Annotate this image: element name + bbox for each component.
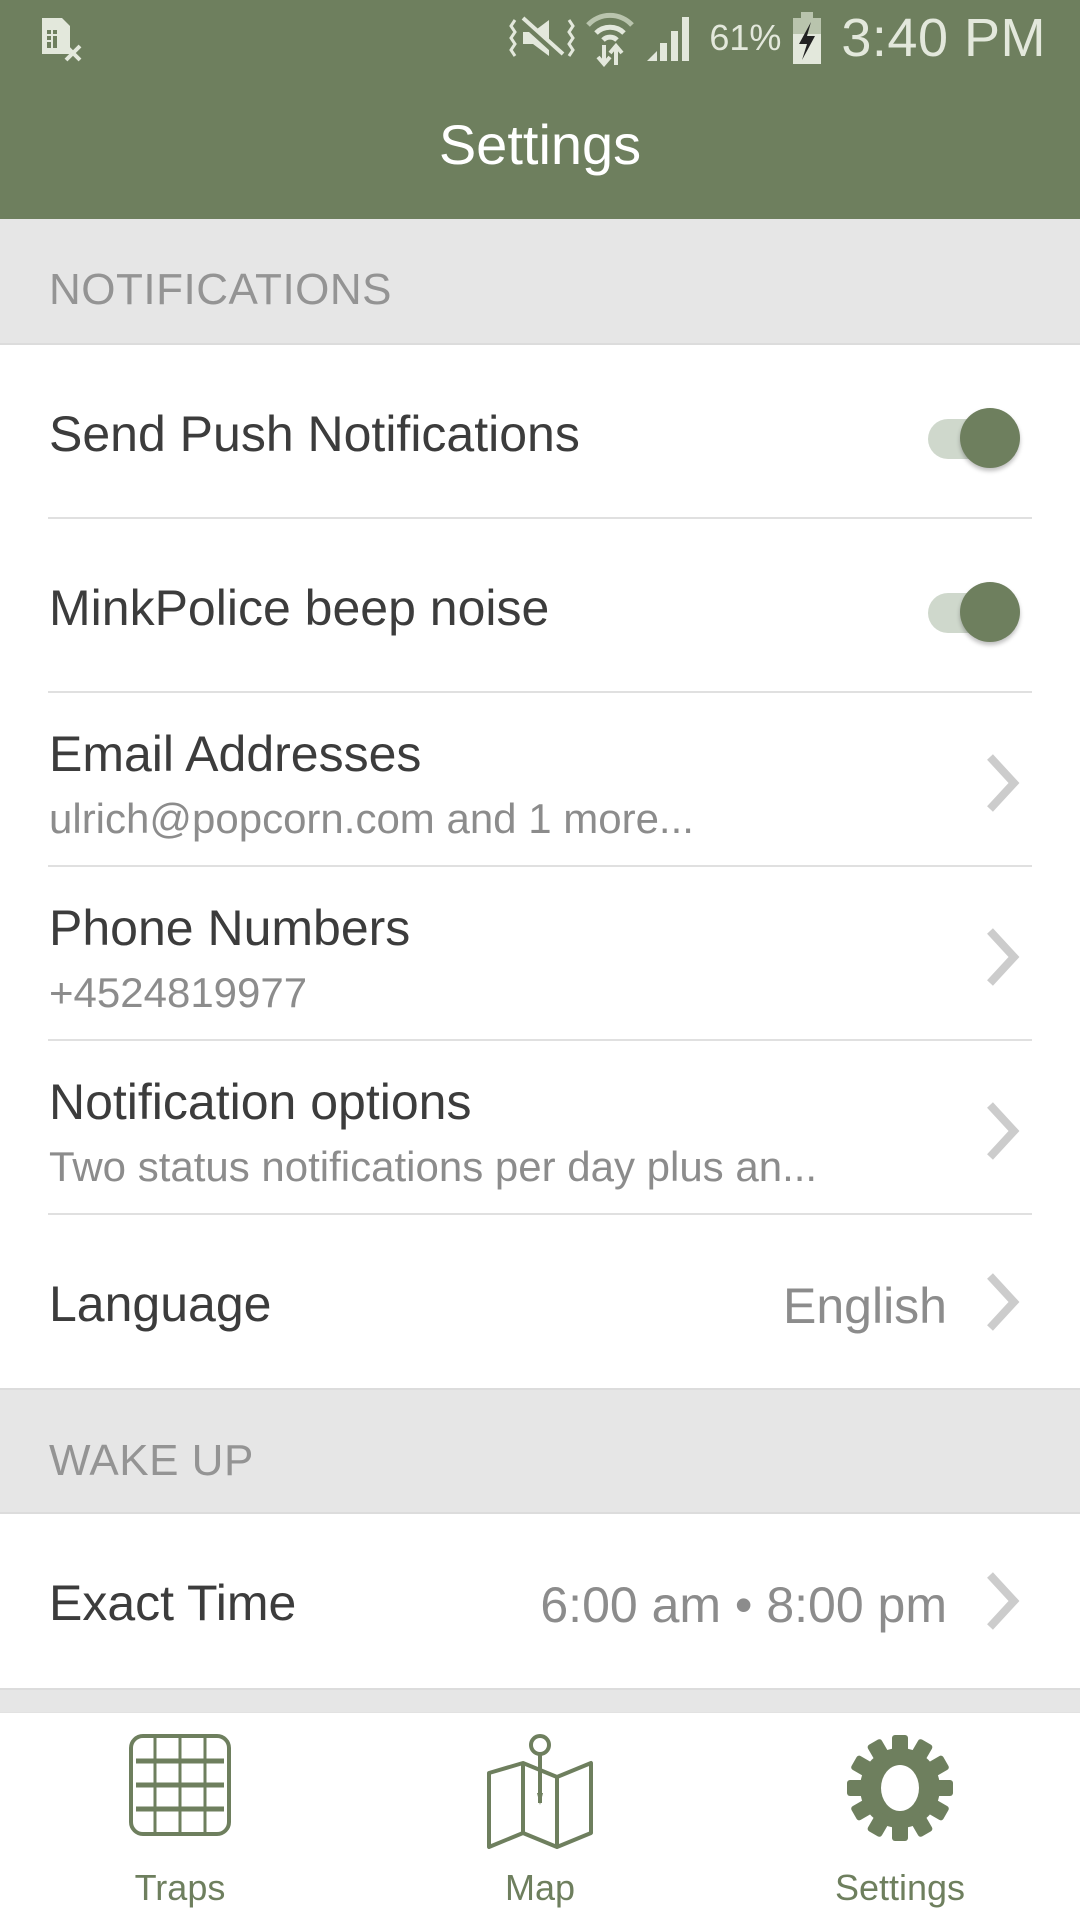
row-title: Exact Time <box>49 1575 297 1631</box>
section-label: WAKE UP <box>49 1436 254 1485</box>
page-title: Settings <box>438 113 642 176</box>
setting-exact-time[interactable]: Exact Time 6:00 am • 8:00 pm <box>0 1514 1080 1688</box>
section-header-wake-up: WAKE UP <box>0 1388 1080 1514</box>
vibrate-mute-icon <box>509 16 576 61</box>
chevron-right-icon <box>987 1273 1020 1331</box>
row-title: Notification options <box>49 1074 472 1130</box>
row-value: English <box>783 1278 947 1334</box>
app-bar: 61% 3:40 PM Settings <box>0 0 1080 219</box>
tab-settings[interactable]: Settings <box>720 1713 1080 1920</box>
tab-label: Map <box>504 1867 576 1908</box>
row-subtitle: +4524819977 <box>49 969 308 1016</box>
section-separator <box>0 1688 1080 1712</box>
chevron-right-icon <box>987 928 1020 986</box>
tab-traps[interactable]: Traps <box>0 1713 360 1920</box>
setting-send-push-notifications: Send Push Notifications <box>0 345 1080 519</box>
tab-label: Traps <box>134 1867 226 1908</box>
status-bar: 61% 3:40 PM <box>0 0 1080 75</box>
chevron-right-icon <box>987 1572 1020 1630</box>
row-title: Language <box>49 1276 272 1332</box>
toggle-thumb <box>960 582 1020 642</box>
sim-card-missing-icon <box>42 18 82 62</box>
tab-label: Settings <box>834 1867 966 1908</box>
row-value: 6:00 am • 8:00 pm <box>540 1577 947 1633</box>
battery-percent: 61% <box>709 17 782 58</box>
section-label: NOTIFICATIONS <box>49 265 393 314</box>
setting-phone-numbers[interactable]: Phone Numbers +4524819977 <box>0 867 1080 1041</box>
clock: 3:40 PM <box>841 8 1046 68</box>
setting-notification-options[interactable]: Notification options Two status notifica… <box>0 1041 1080 1215</box>
tab-map[interactable]: Map <box>360 1713 720 1920</box>
section-header-notifications: NOTIFICATIONS <box>0 219 1080 345</box>
chevron-right-icon <box>987 754 1020 812</box>
cellular-signal-icon <box>647 17 690 61</box>
wifi-data-icon <box>586 12 635 67</box>
traps-grid-icon <box>129 1734 231 1836</box>
row-title: Email Addresses <box>49 726 422 782</box>
setting-beep-noise: MinkPolice beep noise <box>0 519 1080 693</box>
gear-icon <box>847 1735 953 1841</box>
chevron-right-icon <box>987 1102 1020 1160</box>
setting-email-addresses[interactable]: Email Addresses ulrich@popcorn.com and 1… <box>0 693 1080 867</box>
toggle-thumb <box>960 408 1020 468</box>
row-title: Send Push Notifications <box>49 406 580 462</box>
row-subtitle: ulrich@popcorn.com and 1 more... <box>49 795 694 842</box>
push-notifications-toggle[interactable] <box>924 401 1024 468</box>
bottom-tab-bar: Traps Map Settings <box>0 1712 1080 1920</box>
row-title: MinkPolice beep noise <box>49 580 550 636</box>
row-subtitle: Two status notifications per day plus an… <box>49 1143 818 1190</box>
row-title: Phone Numbers <box>49 900 411 956</box>
setting-language[interactable]: Language English <box>0 1215 1080 1389</box>
map-pin-icon <box>487 1734 593 1849</box>
battery-charging-icon <box>793 12 822 64</box>
beep-noise-toggle[interactable] <box>924 575 1024 642</box>
